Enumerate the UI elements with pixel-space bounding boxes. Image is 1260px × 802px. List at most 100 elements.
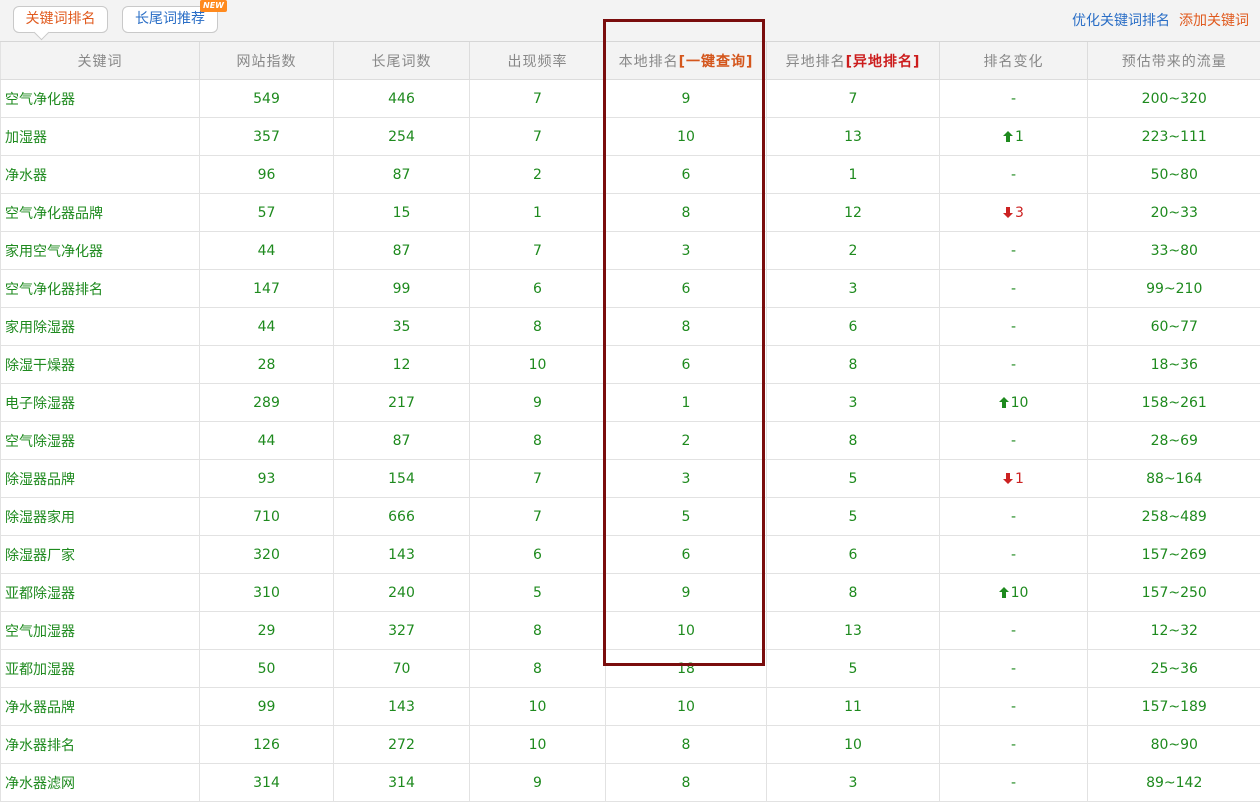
rank-change-cell: 3 bbox=[940, 194, 1088, 232]
table-row: 除湿干燥器28121068-18~36 bbox=[1, 346, 1260, 384]
frequency-cell: 8 bbox=[470, 422, 606, 460]
new-badge: NEW bbox=[200, 0, 227, 12]
site-index-cell: 710 bbox=[200, 498, 334, 536]
longtail-count-cell: 446 bbox=[334, 80, 470, 118]
frequency-cell: 9 bbox=[470, 384, 606, 422]
local-rank-cell: 6 bbox=[606, 270, 767, 308]
rank-change-cell: - bbox=[940, 726, 1088, 764]
header-longtail-count: 长尾词数 bbox=[334, 42, 470, 80]
rank-change-cell: - bbox=[940, 232, 1088, 270]
tab-active-pointer bbox=[34, 25, 50, 41]
remote-rank-cell: 3 bbox=[767, 764, 940, 802]
tab-longtail-recommend[interactable]: 长尾词推荐 NEW bbox=[122, 6, 218, 33]
frequency-cell: 8 bbox=[470, 612, 606, 650]
keyword-cell: 除湿器家用 bbox=[1, 498, 200, 536]
local-rank-cell: 8 bbox=[606, 726, 767, 764]
longtail-count-cell: 12 bbox=[334, 346, 470, 384]
site-index-cell: 147 bbox=[200, 270, 334, 308]
table-row: 除湿器品牌93154735188~164 bbox=[1, 460, 1260, 498]
optimize-ranking-link[interactable]: 优化关键词排名 bbox=[1072, 12, 1170, 30]
table-row: 加湿器357254710131223~111 bbox=[1, 118, 1260, 156]
local-rank-cell: 9 bbox=[606, 574, 767, 612]
longtail-count-cell: 240 bbox=[334, 574, 470, 612]
keyword-cell: 加湿器 bbox=[1, 118, 200, 156]
site-index-cell: 44 bbox=[200, 422, 334, 460]
traffic-cell: 99~210 bbox=[1088, 270, 1260, 308]
local-rank-cell: 5 bbox=[606, 498, 767, 536]
table-row: 除湿器厂家320143666-157~269 bbox=[1, 536, 1260, 574]
rank-change-value: - bbox=[1011, 699, 1016, 715]
rank-change-value: - bbox=[1011, 357, 1016, 373]
rank-change-cell: - bbox=[940, 612, 1088, 650]
table-row: 除湿器家用710666755-258~489 bbox=[1, 498, 1260, 536]
longtail-count-cell: 87 bbox=[334, 232, 470, 270]
frequency-cell: 7 bbox=[470, 460, 606, 498]
site-index-cell: 44 bbox=[200, 308, 334, 346]
local-rank-cell: 1 bbox=[606, 384, 767, 422]
longtail-count-cell: 143 bbox=[334, 688, 470, 726]
traffic-cell: 200~320 bbox=[1088, 80, 1260, 118]
tab-keyword-ranking[interactable]: 关键词排名 bbox=[13, 6, 108, 33]
remote-rank-cell: 6 bbox=[767, 536, 940, 574]
site-index-cell: 93 bbox=[200, 460, 334, 498]
rank-change-cell: 1 bbox=[940, 118, 1088, 156]
remote-rank-cell: 8 bbox=[767, 422, 940, 460]
site-index-cell: 320 bbox=[200, 536, 334, 574]
rank-change-cell: - bbox=[940, 688, 1088, 726]
longtail-count-cell: 35 bbox=[334, 308, 470, 346]
rank-change-value: - bbox=[1011, 167, 1016, 183]
remote-rank-cell: 12 bbox=[767, 194, 940, 232]
keyword-cell: 空气加湿器 bbox=[1, 612, 200, 650]
local-rank-cell: 9 bbox=[606, 80, 767, 118]
remote-rank-cell: 8 bbox=[767, 346, 940, 384]
add-keyword-link[interactable]: 添加关键词 bbox=[1179, 12, 1249, 30]
keyword-cell: 空气除湿器 bbox=[1, 422, 200, 460]
frequency-cell: 8 bbox=[470, 650, 606, 688]
keyword-cell: 净水器滤网 bbox=[1, 764, 200, 802]
table-row: 净水器9687261-50~80 bbox=[1, 156, 1260, 194]
header-traffic: 预估带来的流量 bbox=[1088, 42, 1260, 80]
traffic-cell: 80~90 bbox=[1088, 726, 1260, 764]
rank-change-value: - bbox=[1011, 547, 1016, 563]
keyword-cell: 除湿器品牌 bbox=[1, 460, 200, 498]
rank-change-cell: 10 bbox=[940, 384, 1088, 422]
keyword-cell: 空气净化器 bbox=[1, 80, 200, 118]
traffic-cell: 157~269 bbox=[1088, 536, 1260, 574]
remote-rank-query-link[interactable]: [异地排名] bbox=[846, 54, 921, 70]
keyword-cell: 除湿器厂家 bbox=[1, 536, 200, 574]
header-local-rank-label: 本地排名 bbox=[619, 54, 679, 70]
site-index-cell: 314 bbox=[200, 764, 334, 802]
keyword-cell: 净水器排名 bbox=[1, 726, 200, 764]
local-rank-cell: 8 bbox=[606, 308, 767, 346]
arrow-up-icon bbox=[1003, 131, 1013, 142]
remote-rank-cell: 1 bbox=[767, 156, 940, 194]
header-keyword: 关键词 bbox=[1, 42, 200, 80]
rank-change-value: - bbox=[1011, 281, 1016, 297]
rank-change-cell: - bbox=[940, 270, 1088, 308]
traffic-cell: 18~36 bbox=[1088, 346, 1260, 384]
frequency-cell: 1 bbox=[470, 194, 606, 232]
keyword-cell: 亚都加湿器 bbox=[1, 650, 200, 688]
traffic-cell: 89~142 bbox=[1088, 764, 1260, 802]
tab-longtail-label: 长尾词推荐 bbox=[135, 11, 205, 27]
local-rank-cell: 10 bbox=[606, 688, 767, 726]
rank-change-cell: - bbox=[940, 80, 1088, 118]
site-index-cell: 310 bbox=[200, 574, 334, 612]
site-index-cell: 44 bbox=[200, 232, 334, 270]
traffic-cell: 12~32 bbox=[1088, 612, 1260, 650]
traffic-cell: 157~250 bbox=[1088, 574, 1260, 612]
keyword-cell: 净水器品牌 bbox=[1, 688, 200, 726]
frequency-cell: 6 bbox=[470, 536, 606, 574]
table-row: 空气除湿器4487828-28~69 bbox=[1, 422, 1260, 460]
rank-change-value: - bbox=[1011, 509, 1016, 525]
remote-rank-cell: 11 bbox=[767, 688, 940, 726]
one-click-query-link[interactable]: [一键查询] bbox=[679, 54, 754, 70]
traffic-cell: 50~80 bbox=[1088, 156, 1260, 194]
traffic-cell: 60~77 bbox=[1088, 308, 1260, 346]
table-row: 空气净化器549446797-200~320 bbox=[1, 80, 1260, 118]
table-row: 亚都加湿器50708185-25~36 bbox=[1, 650, 1260, 688]
traffic-cell: 158~261 bbox=[1088, 384, 1260, 422]
header-rank-change: 排名变化 bbox=[940, 42, 1088, 80]
longtail-count-cell: 99 bbox=[334, 270, 470, 308]
rank-change-cell: - bbox=[940, 308, 1088, 346]
